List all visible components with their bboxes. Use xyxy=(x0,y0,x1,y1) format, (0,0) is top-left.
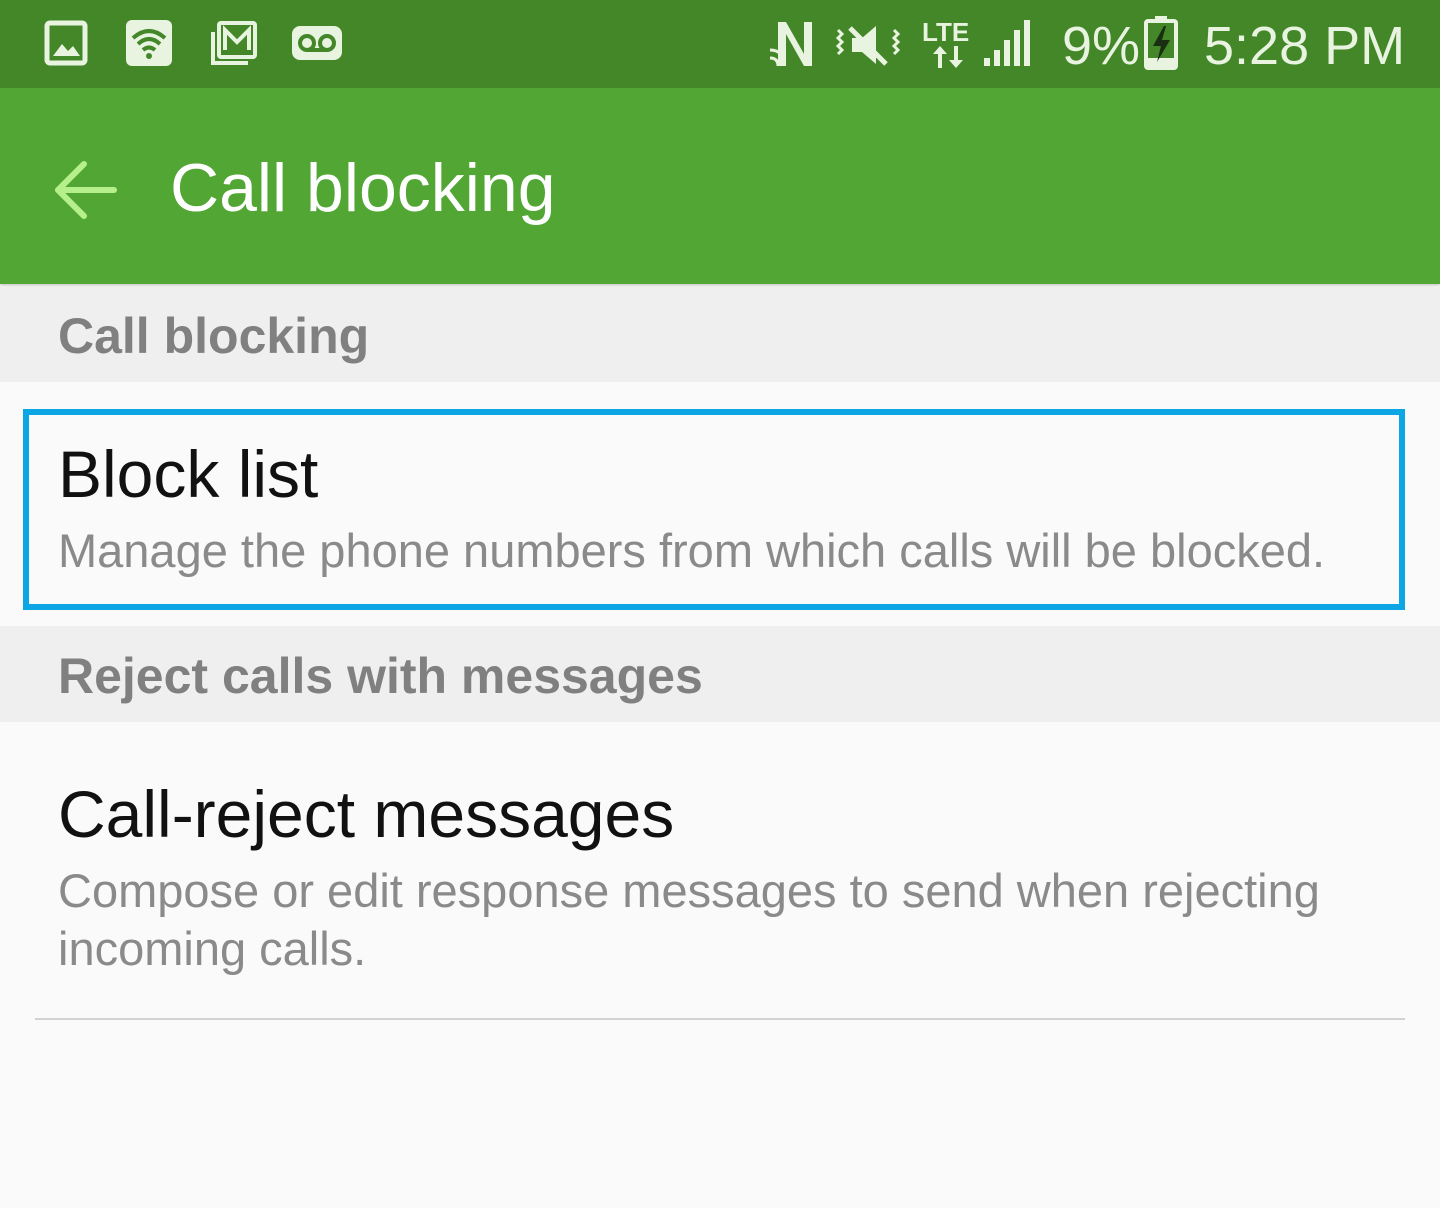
section-header-label: Call blocking xyxy=(58,308,370,364)
nfc-icon xyxy=(769,22,812,67)
page-title: Call blocking xyxy=(170,150,556,226)
voicemail-icon xyxy=(292,26,342,60)
call-reject-messages-item[interactable]: Call-reject messages Compose or edit res… xyxy=(0,722,1440,1018)
clock: 5:28 PM xyxy=(1204,16,1406,76)
section-header-reject-calls: Reject calls with messages xyxy=(0,626,1440,722)
section-header-call-blocking: Call blocking xyxy=(0,286,1440,382)
call-reject-messages-title: Call-reject messages xyxy=(58,777,675,851)
signal-icon xyxy=(984,20,1030,66)
gmail-icon xyxy=(211,21,257,65)
battery-charging-icon xyxy=(1144,16,1178,70)
back-button[interactable] xyxy=(46,148,126,228)
block-list-item[interactable]: Block list Manage the phone numbers from… xyxy=(0,382,1440,624)
gallery-icon xyxy=(44,20,88,66)
block-list-summary: Manage the phone numbers from which call… xyxy=(58,524,1326,577)
app-bar: Call blocking xyxy=(0,88,1440,284)
arrow-left-icon xyxy=(55,161,117,219)
list-divider xyxy=(35,1018,1405,1020)
wifi-icon xyxy=(126,20,172,66)
lte-data-icon: LTE xyxy=(922,18,974,70)
battery-percent: 9% xyxy=(1062,16,1141,76)
block-list-title: Block list xyxy=(58,437,319,511)
mute-vibrate-icon xyxy=(835,26,901,66)
status-bar: LTE 9% 5:28 PM xyxy=(0,0,1440,88)
lte-label: LTE xyxy=(922,17,970,47)
call-reject-messages-summary: Compose or edit response messages to sen… xyxy=(58,864,1320,975)
section-header-label: Reject calls with messages xyxy=(58,648,703,704)
